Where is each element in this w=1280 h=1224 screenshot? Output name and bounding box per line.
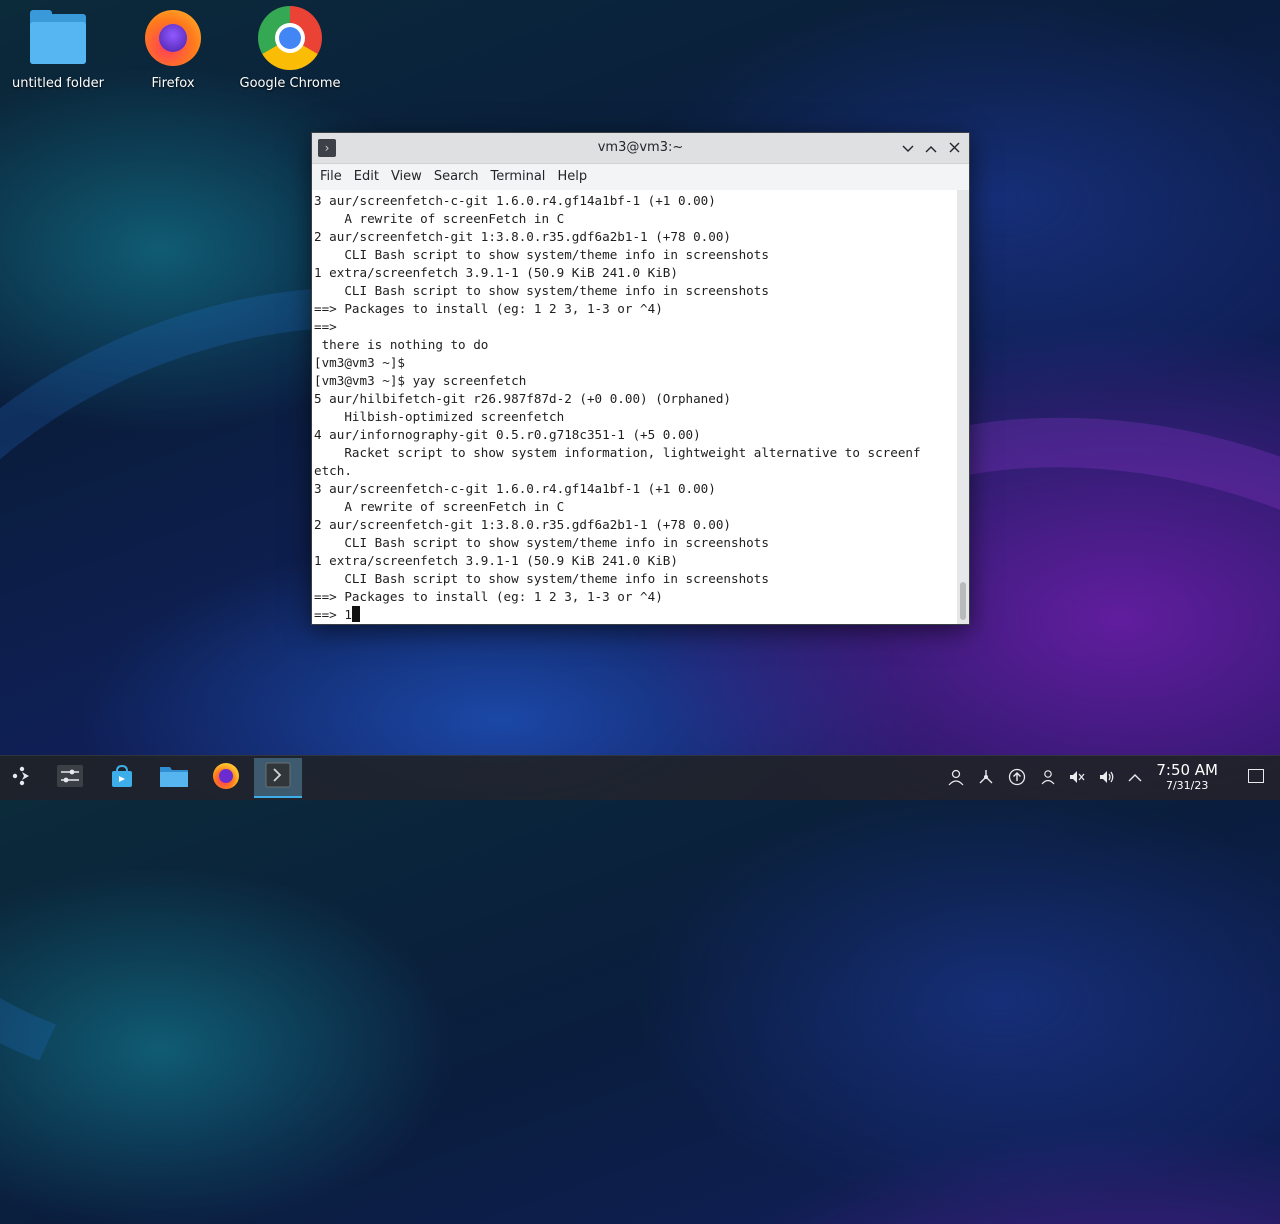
taskbar-firefox[interactable] xyxy=(204,758,248,798)
taskbar-discover[interactable] xyxy=(100,758,144,798)
terminal-line: [vm3@vm3 ~]$ xyxy=(314,355,405,370)
menu-terminal[interactable]: Terminal xyxy=(484,164,551,190)
maximize-icon[interactable] xyxy=(920,137,942,159)
terminal-line: ==> Packages to install (eg: 1 2 3, 1-3 … xyxy=(314,589,663,604)
kde-connect-icon[interactable] xyxy=(976,768,996,788)
terminal-line: CLI Bash script to show system/theme inf… xyxy=(314,247,769,262)
menu-help[interactable]: Help xyxy=(551,164,593,190)
menu-file[interactable]: File xyxy=(314,164,348,190)
terminal-line: 1 extra/screenfetch 3.9.1-1 (50.9 KiB 24… xyxy=(314,265,678,280)
terminal-scrollbar[interactable] xyxy=(957,190,969,624)
discover-icon xyxy=(109,763,135,793)
taskbar-konsole[interactable] xyxy=(254,758,302,798)
terminal-line: 4 aur/infornography-git 0.5.r0.g718c351-… xyxy=(314,427,701,442)
chevron-up-icon[interactable] xyxy=(1125,768,1145,788)
terminal-prompt-line[interactable]: ==> 1 xyxy=(314,607,352,622)
menu-edit[interactable]: Edit xyxy=(348,164,385,190)
terminal-line: 3 aur/screenfetch-c-git 1.6.0.r4.gf14a1b… xyxy=(314,481,716,496)
application-launcher-button[interactable] xyxy=(0,758,44,798)
taskbar: 7:50 AM 7/31/23 xyxy=(0,755,1280,800)
terminal-line: 2 aur/screenfetch-git 1:3.8.0.r35.gdf6a2… xyxy=(314,229,732,244)
system-settings-icon xyxy=(56,763,84,793)
desktop-icon-label: untitled folder xyxy=(11,76,104,91)
menu-view[interactable]: View xyxy=(385,164,428,190)
terminal-line: CLI Bash script to show system/theme inf… xyxy=(314,535,769,550)
clock-date: 7/31/23 xyxy=(1165,779,1209,792)
terminal-line: CLI Bash script to show system/theme inf… xyxy=(314,283,769,298)
scrollbar-thumb[interactable] xyxy=(960,582,966,620)
terminal-line: there is nothing to do xyxy=(314,337,489,352)
clock-time: 7:50 AM xyxy=(1156,761,1218,779)
terminal-line: ==> xyxy=(314,319,337,334)
window-titlebar[interactable]: › vm3@vm3:~ xyxy=(312,133,969,164)
user-switch-icon[interactable] xyxy=(1038,768,1058,788)
volume-icon[interactable] xyxy=(1097,768,1117,788)
mute-icon[interactable] xyxy=(1067,768,1087,788)
close-icon[interactable] xyxy=(943,137,965,159)
konsole-icon xyxy=(265,762,291,792)
launcher-icon xyxy=(9,763,35,793)
terminal-line: CLI Bash script to show system/theme inf… xyxy=(314,571,769,586)
firefox-icon xyxy=(141,6,205,70)
terminal-line: 2 aur/screenfetch-git 1:3.8.0.r35.gdf6a2… xyxy=(314,517,732,532)
terminal-cursor xyxy=(351,606,360,622)
terminal-line: 3 aur/screenfetch-c-git 1.6.0.r4.gf14a1b… xyxy=(314,193,716,208)
digital-clock[interactable]: 7:50 AM 7/31/23 xyxy=(1156,761,1218,793)
desktop-icon-google-chrome[interactable]: Google Chrome xyxy=(235,6,345,91)
terminal-line: ==> Packages to install (eg: 1 2 3, 1-3 … xyxy=(314,301,663,316)
user-icon[interactable] xyxy=(946,768,966,788)
folder-icon xyxy=(26,6,90,70)
taskbar-dolphin[interactable] xyxy=(152,758,196,798)
chrome-icon xyxy=(258,6,322,70)
terminal-line: 1 extra/screenfetch 3.9.1-1 (50.9 KiB 24… xyxy=(314,553,678,568)
terminal-line: Racket script to show system information… xyxy=(314,445,921,460)
desktop-icon-label: Google Chrome xyxy=(239,76,341,91)
desktop-icon-untitled-folder[interactable]: untitled folder xyxy=(3,6,113,91)
desktop-icon-firefox[interactable]: Firefox xyxy=(118,6,228,91)
firefox-icon xyxy=(211,761,241,795)
menubar: File Edit View Search Terminal Help xyxy=(312,164,969,191)
terminal-line: A rewrite of screenFetch in C xyxy=(314,499,565,514)
show-desktop-button[interactable] xyxy=(1248,769,1264,783)
terminal-output[interactable]: 3 aur/screenfetch-c-git 1.6.0.r4.gf14a1b… xyxy=(312,190,957,624)
terminal-line: A rewrite of screenFetch in C xyxy=(314,211,565,226)
terminal-window[interactable]: › vm3@vm3:~ File Edit View Search Termin… xyxy=(311,132,970,625)
terminal-line: [vm3@vm3 ~]$ yay screenfetch xyxy=(314,373,527,388)
dolphin-icon xyxy=(159,763,189,793)
minimize-icon[interactable] xyxy=(897,137,919,159)
terminal-line: 5 aur/hilbifetch-git r26.987f87d-2 (+0 0… xyxy=(314,391,732,406)
terminal-text: 3 aur/screenfetch-c-git 1.6.0.r4.gf14a1b… xyxy=(312,190,957,624)
terminal-line: etch. xyxy=(314,463,352,478)
window-title: vm3@vm3:~ xyxy=(597,140,684,155)
menu-search[interactable]: Search xyxy=(428,164,485,190)
taskbar-system-settings[interactable] xyxy=(48,758,92,798)
desktop-icon-label: Firefox xyxy=(151,76,195,91)
terminal-line: Hilbish-optimized screenfetch xyxy=(314,409,565,424)
update-icon[interactable] xyxy=(1007,768,1027,788)
